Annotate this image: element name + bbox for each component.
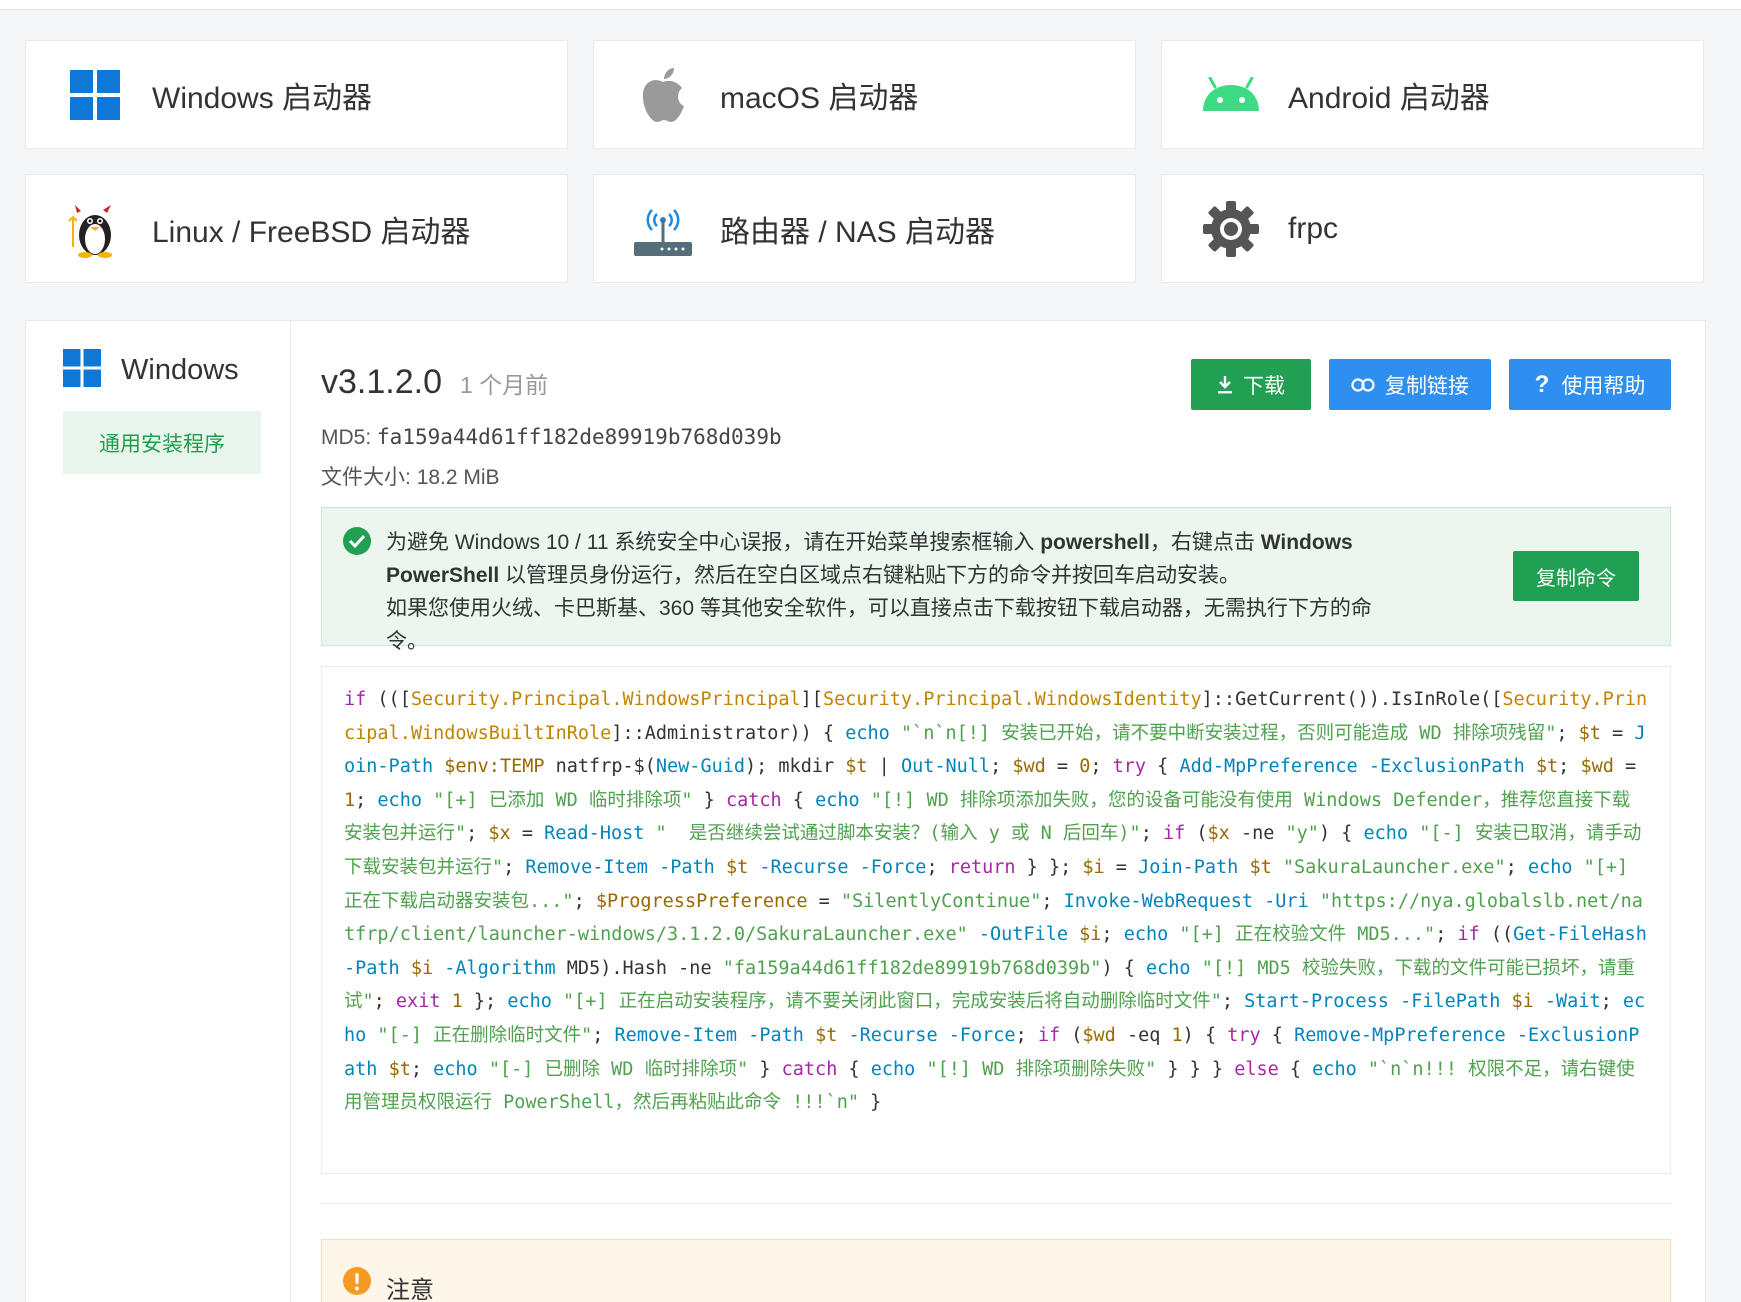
md5-label: MD5:	[321, 426, 372, 449]
sidebar-title: Windows	[121, 354, 239, 386]
windows-icon	[63, 349, 101, 392]
alert-text-part: ，右键点击	[1149, 531, 1261, 554]
action-buttons: 下载 复制链接 ? 使用帮助	[1173, 359, 1671, 410]
version-row: v3.1.2.0 1 个月前	[321, 363, 548, 402]
size-row: 文件大小: 18.2 MiB	[321, 461, 500, 491]
linux-tux-icon	[64, 198, 126, 260]
warning-icon	[342, 1266, 372, 1301]
release-panel: Windows 通用安装程序 v3.1.2.0 1 个月前 MD5: fa159…	[25, 320, 1706, 1302]
copy-link-label: 复制链接	[1385, 374, 1469, 398]
md5-row: MD5: fa159a44d61ff182de89919b768d039b	[321, 425, 782, 450]
apple-icon	[632, 64, 694, 126]
help-button[interactable]: ? 使用帮助	[1509, 359, 1671, 410]
check-circle-icon	[342, 526, 372, 561]
sidebar-item-installer[interactable]: 通用安装程序	[63, 411, 261, 474]
platform-card-router[interactable]: 路由器 / NAS 启动器	[593, 174, 1136, 283]
platform-label: Windows 启动器	[152, 81, 373, 115]
alert-keyword: powershell	[1040, 531, 1150, 554]
platform-card-macos[interactable]: macOS 启动器	[593, 40, 1136, 149]
version-number: v3.1.2.0	[321, 363, 442, 401]
platform-label: Android 启动器	[1288, 81, 1490, 115]
help-label: 使用帮助	[1561, 374, 1646, 398]
platform-card-frpc[interactable]: frpc	[1161, 174, 1704, 283]
size-value: 18.2 MiB	[416, 466, 500, 489]
copy-link-button[interactable]: 复制链接	[1329, 359, 1491, 410]
windows-icon	[64, 64, 126, 126]
copy-command-button[interactable]: 复制命令	[1513, 551, 1639, 601]
platform-card-linux[interactable]: Linux / FreeBSD 启动器	[25, 174, 568, 283]
platform-card-android[interactable]: Android 启动器	[1161, 40, 1704, 149]
question-icon: ?	[1534, 370, 1550, 398]
alert-text-line2: 如果您使用火绒、卡巴斯基、360 等其他安全软件，可以直接点击下载按钮下载启动器…	[386, 597, 1372, 653]
platform-label: macOS 启动器	[720, 81, 919, 115]
platform-cards: Windows 启动器 macOS 启动器 Android 启动器 Linux …	[25, 40, 1706, 283]
gear-icon	[1200, 198, 1262, 260]
platform-label: 路由器 / NAS 启动器	[720, 215, 996, 249]
link-icon	[1351, 377, 1375, 392]
notice-box: 注意	[321, 1239, 1671, 1302]
platform-label: Linux / FreeBSD 启动器	[152, 215, 471, 249]
download-label: 下载	[1243, 374, 1285, 398]
install-command-code[interactable]: if (([Security.Principal.WindowsPrincipa…	[321, 666, 1671, 1174]
md5-value: fa159a44d61ff182de89919b768d039b	[377, 425, 782, 449]
alert-text: 为避免 Windows 10 / 11 系统安全中心误报，请在开始菜单搜索框输入…	[386, 526, 1386, 658]
router-icon	[632, 198, 694, 260]
security-alert: 为避免 Windows 10 / 11 系统安全中心误报，请在开始菜单搜索框输入…	[321, 507, 1671, 653]
platform-card-windows[interactable]: Windows 启动器	[25, 40, 568, 149]
download-icon	[1218, 375, 1232, 393]
alert-text-part: 以管理员身份运行，然后在空白区域点右键粘贴下方的命令并按回车启动安装。	[499, 564, 1241, 587]
android-icon	[1200, 64, 1262, 126]
sidebar-header: Windows	[63, 349, 239, 392]
divider	[321, 1203, 1671, 1204]
platform-label: frpc	[1288, 211, 1339, 245]
alert-text-part: 为避免 Windows 10 / 11 系统安全中心误报，请在开始菜单搜索框输入	[386, 531, 1041, 554]
size-label: 文件大小:	[321, 466, 411, 489]
top-bar	[0, 0, 1741, 10]
release-age: 1 个月前	[459, 372, 549, 398]
download-button[interactable]: 下载	[1191, 359, 1311, 410]
os-sidebar: Windows 通用安装程序	[26, 321, 291, 1302]
notice-title: 注意	[386, 1277, 434, 1302]
